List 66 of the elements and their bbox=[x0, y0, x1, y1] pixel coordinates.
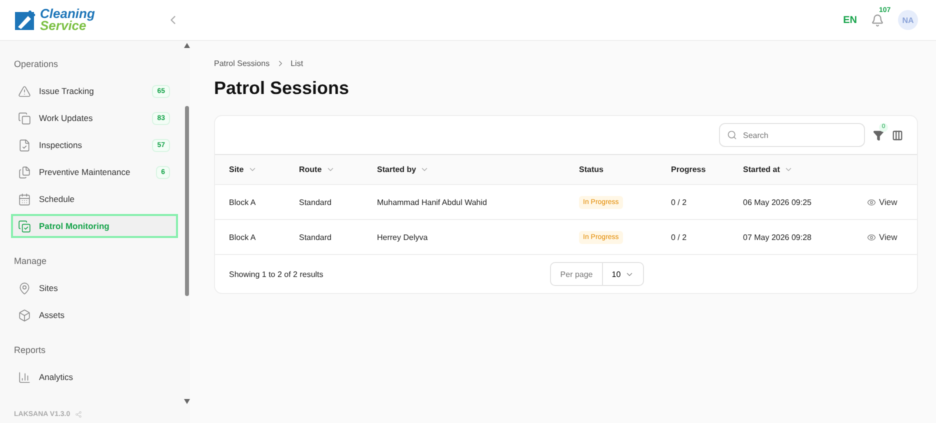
table-cell-text: Block A bbox=[229, 232, 257, 242]
column-header: Status bbox=[579, 165, 604, 174]
sort-icon[interactable] bbox=[326, 165, 335, 174]
page-title: Patrol Sessions bbox=[214, 78, 350, 99]
share-icon[interactable] bbox=[75, 410, 82, 418]
section-title: Manage bbox=[13, 255, 48, 268]
sort-icon[interactable] bbox=[248, 165, 257, 174]
item-label: Analytics bbox=[39, 372, 74, 382]
table-cell-text: Muhammad Hanif Abdul Wahid bbox=[377, 198, 488, 206]
sidebar-item[interactable]: Analytics bbox=[11, 365, 178, 389]
files-icon bbox=[18, 166, 31, 178]
columns-icon[interactable] bbox=[892, 130, 903, 140]
filter-icon[interactable] bbox=[873, 130, 884, 140]
column-header[interactable]: Route bbox=[299, 165, 322, 174]
per-page-value[interactable]: 10 bbox=[602, 270, 643, 278]
breadcrumb-item[interactable]: List bbox=[290, 59, 304, 68]
logo-text: Cleaning Service bbox=[40, 8, 95, 32]
scroll-up-icon[interactable] bbox=[184, 43, 190, 48]
cube-icon bbox=[18, 308, 31, 322]
bell-icon[interactable] bbox=[871, 14, 884, 26]
table-cell-text: 0 / 2 bbox=[671, 198, 688, 206]
item-label: Assets bbox=[39, 310, 65, 320]
copy-icon bbox=[18, 112, 31, 124]
copy-check-icon bbox=[18, 220, 31, 232]
view-link[interactable]: View bbox=[867, 197, 917, 207]
search-icon bbox=[727, 130, 737, 140]
eye-icon bbox=[867, 198, 876, 206]
eye-icon bbox=[867, 232, 876, 242]
document-icon bbox=[18, 138, 31, 152]
column-header[interactable]: Started at bbox=[743, 165, 780, 174]
item-label: Patrol Monitoring bbox=[39, 221, 110, 231]
table-cell-text: Standard bbox=[299, 198, 332, 206]
view-link[interactable]: View bbox=[867, 232, 917, 242]
scrollbar-thumb[interactable] bbox=[185, 106, 189, 296]
column-header[interactable]: Site bbox=[229, 165, 244, 174]
table-cell-text: Standard bbox=[299, 232, 332, 242]
scroll-down-icon[interactable] bbox=[184, 399, 190, 404]
section-title: Operations bbox=[13, 58, 60, 71]
table-cell-text: 0 / 2 bbox=[671, 232, 688, 242]
sidebar-item[interactable]: Assets bbox=[11, 303, 178, 327]
table-cell-text: Herrey Delyva bbox=[377, 232, 429, 242]
logo-icon bbox=[14, 9, 36, 31]
item-label: Schedule bbox=[39, 194, 74, 204]
column-header[interactable]: Started by bbox=[377, 165, 416, 174]
item-label: Sites bbox=[39, 283, 58, 293]
per-page-selector[interactable]: Per page 10 bbox=[550, 262, 644, 286]
warning-icon bbox=[18, 84, 31, 98]
table-cell-text: 06 May 2026 09:25 bbox=[743, 198, 812, 206]
search-field[interactable]: Search bbox=[719, 123, 865, 147]
sidebar-item[interactable]: Schedule bbox=[11, 187, 178, 211]
calendar-icon bbox=[18, 192, 31, 206]
column-header: Progress bbox=[671, 165, 706, 174]
table-cell-text: 07 May 2026 09:28 bbox=[743, 232, 812, 242]
bar-chart-icon bbox=[18, 370, 31, 384]
results-summary: Showing 1 to 2 of 2 results bbox=[229, 270, 324, 278]
item-label: Inspections bbox=[39, 140, 82, 150]
location-pin-icon bbox=[18, 282, 31, 294]
sort-icon[interactable] bbox=[420, 165, 430, 174]
item-label: Issue Tracking bbox=[39, 86, 94, 96]
section-title: Reports bbox=[13, 344, 47, 357]
sort-icon[interactable] bbox=[784, 165, 793, 174]
breadcrumb-item[interactable]: Patrol Sessions bbox=[214, 59, 270, 68]
item-label: Work Updates bbox=[39, 113, 93, 123]
item-label: Preventive Maintenance bbox=[39, 167, 130, 177]
sidebar-item[interactable]: Sites bbox=[11, 276, 178, 300]
table-cell-text: Block A bbox=[229, 198, 257, 206]
